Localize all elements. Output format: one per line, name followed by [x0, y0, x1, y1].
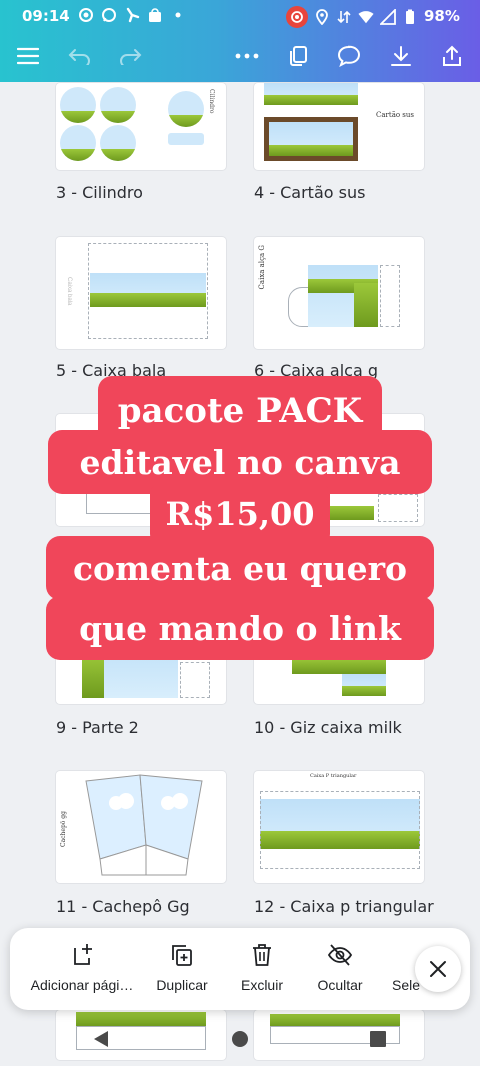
page-thumbnail-11[interactable]: Cachepô gg — [56, 771, 226, 883]
location-icon — [314, 9, 330, 25]
undo-button[interactable] — [62, 38, 98, 74]
popcorn-box-art — [85, 774, 203, 876]
circle-art — [100, 125, 136, 161]
page-actions-sheet: Adicionar pági… Duplicar Excluir Ocultar… — [10, 928, 470, 1010]
grass-art — [82, 654, 104, 698]
page-art-label: Caixa bala — [66, 277, 72, 306]
pages-icon — [290, 46, 307, 66]
duplicate-label: Duplicar — [156, 977, 208, 993]
delete-button[interactable]: Excluir — [224, 928, 300, 1010]
circle-art — [60, 125, 96, 161]
grass-art — [324, 506, 374, 520]
card-art — [264, 117, 358, 161]
add-page-label: Adicionar pági… — [30, 977, 134, 993]
shop-icon — [147, 7, 163, 23]
wifi-icon — [358, 9, 374, 25]
undo-icon — [68, 49, 90, 65]
notification-icons — [78, 7, 186, 23]
page-thumbnail-4[interactable]: Cartão sus — [254, 83, 424, 170]
promo-line-5: que mando o link — [46, 596, 434, 660]
delete-label: Excluir — [240, 977, 283, 993]
promo-line-4: comenta eu quero — [46, 536, 434, 600]
dieline-art — [180, 662, 210, 698]
close-button[interactable] — [415, 946, 461, 992]
page-art-label: Cartão sus — [376, 111, 414, 119]
top-header: 09:14 98% — [0, 0, 480, 82]
grass-art — [342, 686, 386, 696]
redo-button[interactable] — [112, 38, 148, 74]
status-time: 09:14 — [22, 7, 70, 25]
hide-button[interactable]: Ocultar — [302, 928, 378, 1010]
system-icons — [286, 6, 418, 28]
page-caption: 4 - Cartão sus — [254, 183, 366, 202]
share-icon — [443, 45, 461, 66]
circle-art — [100, 87, 136, 123]
circle-art — [60, 87, 96, 123]
battery-level: 98% — [424, 7, 460, 25]
add-page-button[interactable]: Adicionar pági… — [20, 928, 144, 1010]
page-art-label: Caixa P triangular — [310, 773, 357, 779]
dieline-art — [260, 791, 420, 869]
grass-art — [292, 658, 386, 674]
strip-art — [168, 133, 204, 145]
whatsapp-icon — [101, 7, 117, 23]
pages-button[interactable] — [280, 38, 316, 74]
fan-icon — [124, 7, 140, 23]
page-caption: 10 - Giz caixa milk — [254, 718, 402, 737]
grass-art — [90, 293, 206, 307]
page-thumbnail-12[interactable]: Caixa P triangular — [254, 771, 424, 883]
redo-icon — [120, 49, 142, 65]
duplicate-icon — [172, 945, 192, 966]
hide-label: Ocultar — [317, 977, 363, 993]
dieline-art — [378, 494, 418, 522]
home-icon[interactable] — [231, 1030, 249, 1048]
duplicate-button[interactable]: Duplicar — [144, 928, 220, 1010]
more-options-button[interactable] — [229, 38, 265, 74]
page-caption: 3 - Cilindro — [56, 183, 143, 202]
page-thumbnail-3[interactable]: Cilindro — [56, 83, 226, 170]
grass-art — [264, 95, 358, 105]
page-caption: 12 - Caixa p triangular — [254, 897, 434, 916]
battery-icon — [402, 9, 418, 25]
dot-icon — [170, 7, 186, 23]
download-button[interactable] — [383, 38, 419, 74]
page-thumbnail-5[interactable]: Caixa bala — [56, 237, 226, 349]
status-bar: 09:14 98% — [0, 0, 480, 32]
signal-icon — [380, 9, 396, 25]
comment-button[interactable] — [331, 38, 367, 74]
page-caption: 11 - Cachepô Gg — [56, 897, 190, 916]
download-icon — [391, 46, 411, 66]
eye-off-icon — [327, 944, 353, 966]
page-art-label: Cachepô gg — [60, 811, 67, 847]
promo-line-3: R$15,00 — [150, 484, 330, 544]
menu-button[interactable] — [10, 38, 46, 74]
page-art-label: Caixa alça G — [258, 245, 266, 290]
page-caption: 9 - Parte 2 — [56, 718, 139, 737]
add-page-icon — [74, 944, 92, 965]
dieline-art — [380, 265, 400, 327]
circle-art — [168, 91, 204, 127]
recents-icon[interactable] — [369, 1030, 387, 1048]
comment-icon — [337, 45, 361, 67]
trash-icon — [253, 944, 271, 966]
share-button[interactable] — [434, 38, 470, 74]
back-icon[interactable] — [92, 1030, 110, 1048]
grass-art — [354, 283, 378, 327]
close-icon — [430, 961, 446, 977]
data-transfer-icon — [336, 9, 352, 25]
page-thumbnail-6[interactable]: Caixa alça G — [254, 237, 424, 349]
editor-toolbar — [0, 34, 480, 80]
record-icon — [286, 6, 308, 28]
hamburger-icon — [17, 47, 39, 65]
system-nav-bar — [0, 1012, 480, 1066]
target-icon — [78, 7, 94, 23]
page-art-label: Cilindro — [208, 89, 215, 114]
more-dots-icon — [235, 53, 259, 59]
